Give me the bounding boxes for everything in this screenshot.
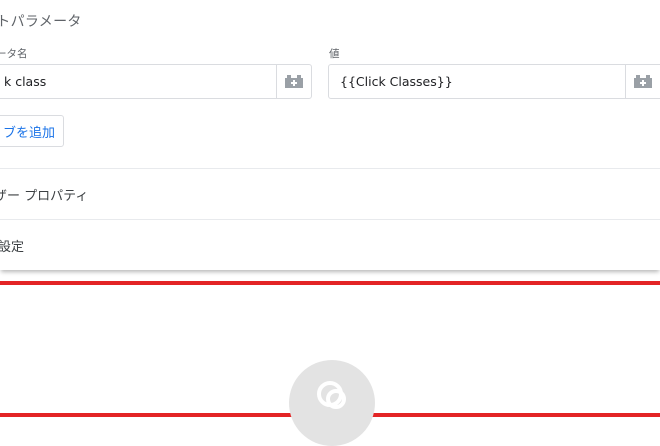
settings-row[interactable]: 設定 bbox=[0, 236, 24, 255]
divider bbox=[0, 219, 660, 220]
add-parameter-label: ブを追加 bbox=[3, 125, 56, 141]
param-name-label: ータ名 bbox=[0, 48, 28, 60]
parameter-card: ントパラメータ ータ名 k class 値 {{Click Classes}} bbox=[0, 0, 660, 270]
section-title: ントパラメータ bbox=[0, 14, 82, 30]
param-name-value: k class bbox=[4, 74, 47, 89]
loading-spinner-icon bbox=[317, 381, 346, 409]
add-parameter-button[interactable]: ブを追加 bbox=[0, 115, 64, 147]
param-name-field[interactable]: k class bbox=[0, 64, 312, 99]
variable-brick-icon bbox=[285, 75, 303, 88]
param-value-label: 値 bbox=[329, 48, 340, 60]
param-value-variable-button[interactable] bbox=[625, 65, 660, 98]
loading-spinner bbox=[289, 360, 375, 446]
highlight-line-top bbox=[0, 281, 660, 285]
param-name-variable-button[interactable] bbox=[276, 65, 311, 98]
trigger-properties-row[interactable]: ザー プロパティ bbox=[0, 185, 88, 204]
variable-brick-icon bbox=[634, 75, 652, 88]
divider bbox=[0, 168, 660, 169]
param-value-value: {{Click Classes}} bbox=[340, 74, 453, 89]
param-value-field[interactable]: {{Click Classes}} bbox=[328, 64, 660, 99]
